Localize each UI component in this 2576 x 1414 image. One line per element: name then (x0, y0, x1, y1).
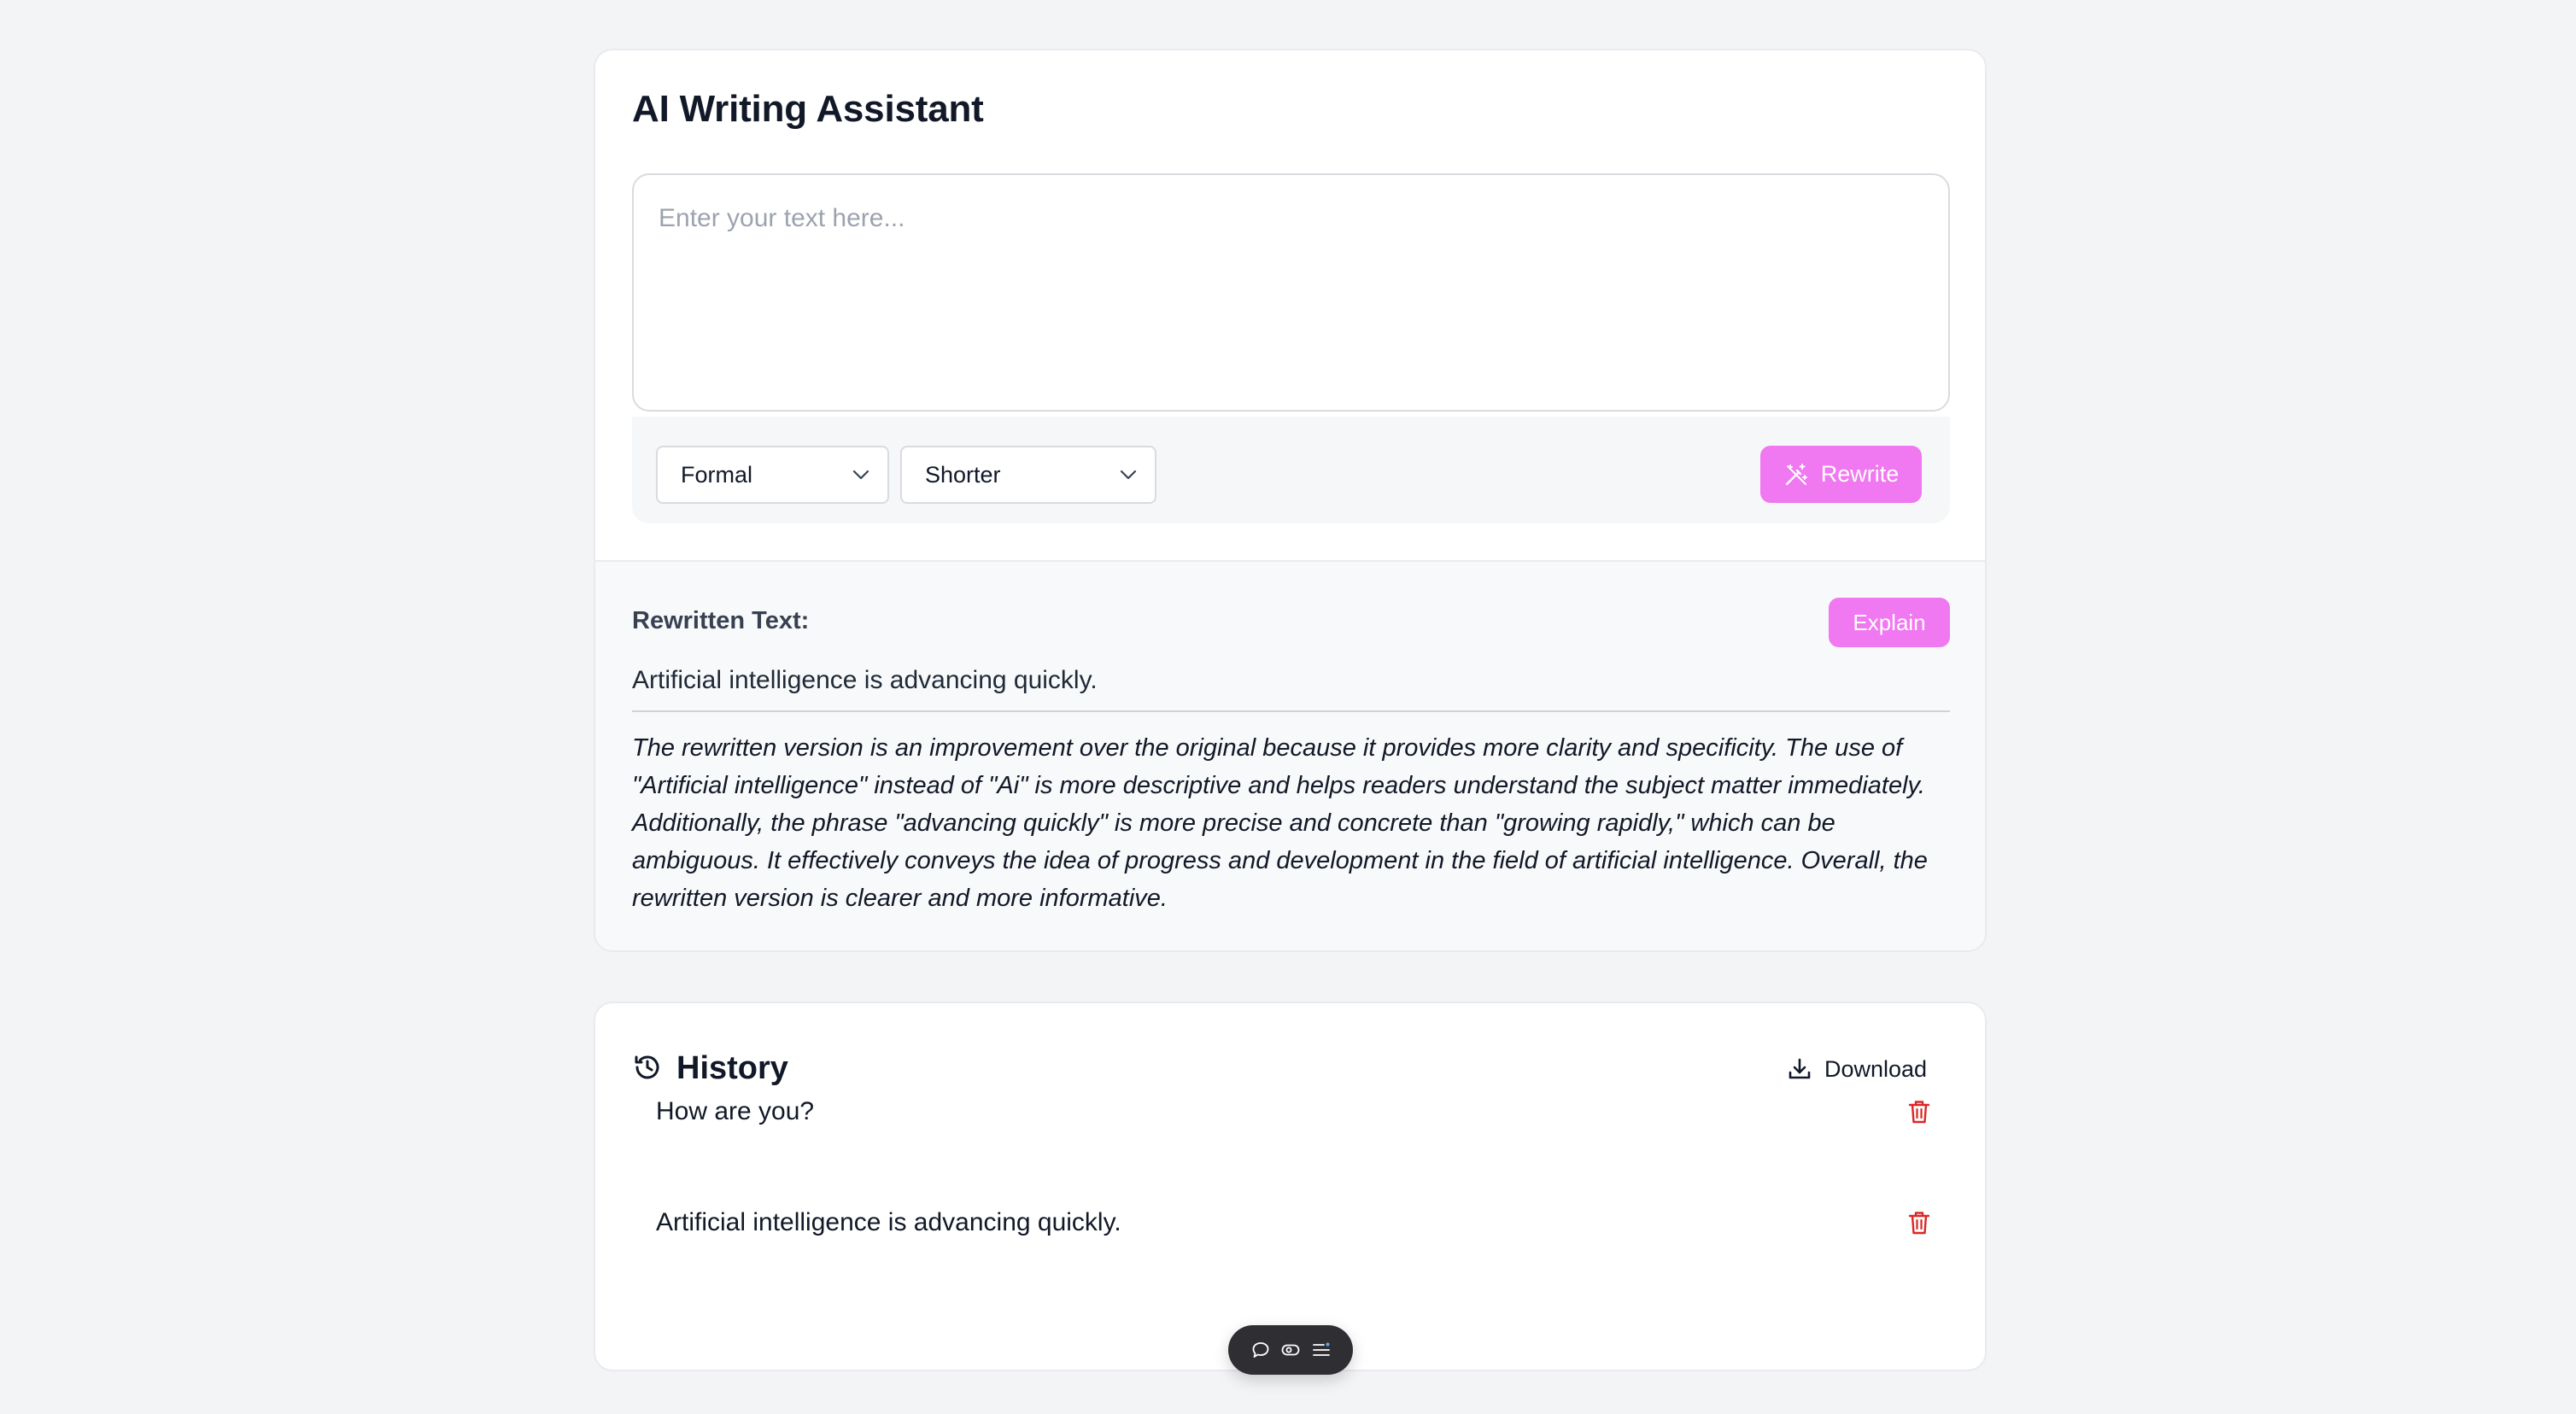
tone-select[interactable]: Formal (656, 446, 889, 504)
rewrite-button[interactable]: Rewrite (1760, 446, 1922, 503)
explanation-text: The rewritten version is an improvement … (632, 734, 1928, 912)
rewrite-button-label: Rewrite (1820, 461, 1900, 487)
result-label: Rewritten Text: (632, 607, 810, 634)
history-item[interactable]: How are you? (632, 1075, 1950, 1148)
eye-icon[interactable] (1280, 1340, 1301, 1360)
floating-toolbar (1228, 1325, 1353, 1375)
comment-icon[interactable] (1250, 1340, 1271, 1360)
page-title: AI Writing Assistant (632, 88, 984, 130)
divider (632, 710, 1950, 712)
menu-icon[interactable] (1311, 1340, 1332, 1360)
trash-icon[interactable] (1907, 1210, 1931, 1236)
history-item-text: How are you? (656, 1097, 815, 1125)
page: AI Writing Assistant Formal Shorter (0, 0, 2576, 1414)
writing-card: AI Writing Assistant Formal Shorter (594, 49, 1987, 952)
explain-button[interactable]: Explain (1829, 598, 1950, 647)
history-item[interactable]: Artificial intelligence is advancing qui… (632, 1186, 1950, 1259)
text-input[interactable] (632, 173, 1950, 412)
chevron-down-icon (852, 470, 869, 480)
length-select-value: Shorter (925, 461, 1001, 488)
controls-bar: Formal Shorter Rewrite (632, 417, 1950, 523)
trash-icon[interactable] (1907, 1099, 1931, 1125)
length-select[interactable]: Shorter (900, 446, 1156, 504)
rewritten-text: Artificial intelligence is advancing qui… (632, 666, 1098, 694)
history-card: History Download How are you? Artificial… (594, 1002, 1987, 1371)
result-section: Rewritten Text: Explain Artificial intel… (595, 560, 1985, 950)
magic-wand-icon (1785, 463, 1807, 485)
tone-select-value: Formal (681, 461, 753, 488)
chevron-down-icon (1120, 470, 1137, 480)
history-item-text: Artificial intelligence is advancing qui… (656, 1208, 1121, 1236)
